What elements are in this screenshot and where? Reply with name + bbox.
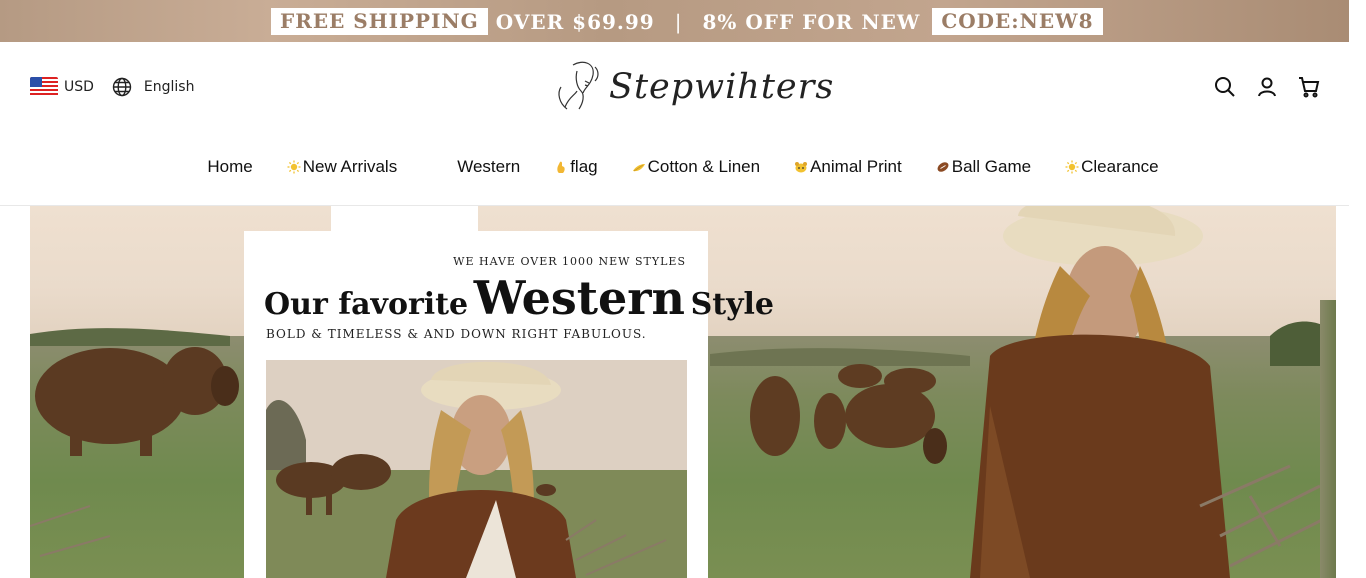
card-model-photo: [266, 360, 687, 578]
nav-item-label: Home: [207, 157, 253, 176]
shipping-threshold-text: OVER $69.99: [495, 9, 655, 34]
search-icon[interactable]: [1213, 75, 1237, 99]
football-icon: [937, 162, 949, 172]
card-photo-illustration: [266, 360, 687, 578]
promo-banner[interactable]: FREE SHIPPING OVER $69.99 | 8% OFF FOR N…: [0, 0, 1349, 42]
nav-item-label: New Arrivals: [302, 157, 398, 176]
nav-item-new-arrivals[interactable]: New Arrivals: [287, 157, 397, 177]
nav-item-label: Cotton & Linen: [647, 157, 761, 176]
nav-item-label: Ball Game: [951, 157, 1032, 176]
promo-content: FREE SHIPPING OVER $69.99 | 8% OFF FOR N…: [271, 8, 1103, 35]
main-navigation: Home New Arrivals Western flag Cotton & …: [0, 157, 1366, 177]
sun-icon: [1065, 160, 1079, 174]
headline-part-2: Western: [473, 271, 685, 325]
nav-item-western[interactable]: Western: [457, 157, 520, 177]
nav-item-home[interactable]: Home: [207, 157, 252, 177]
logo-woman-sketch-icon: [558, 61, 599, 110]
us-flag-icon[interactable]: [30, 77, 58, 97]
hero-eyebrow: WE HAVE OVER 1000 NEW STYLES: [453, 255, 686, 268]
nav-item-label: Animal Print: [810, 157, 902, 176]
hero-edge-strip: [1320, 300, 1336, 578]
new-customer-discount-text: 8% OFF FOR NEW: [702, 9, 921, 34]
site-header: USD English Stepwihters Home New Arrival…: [0, 42, 1349, 206]
currency-selector[interactable]: USD: [64, 79, 94, 95]
hand-icon: [557, 161, 565, 173]
logo-wordmark: Stepwihters: [609, 67, 835, 107]
nav-item-label: flag: [570, 157, 598, 176]
locale-selector: USD English: [30, 77, 194, 97]
hero-banner[interactable]: WE HAVE OVER 1000 NEW STYLES Our favorit…: [30, 206, 1336, 578]
leaf-icon: [632, 164, 645, 172]
promo-card[interactable]: WE HAVE OVER 1000 NEW STYLES Our favorit…: [244, 231, 774, 578]
hero-tagline: BOLD & TIMELESS & AND DOWN RIGHT FABULOU…: [266, 327, 647, 341]
headline-part-1: Our favorite: [264, 287, 469, 322]
nav-item-flag[interactable]: flag: [554, 157, 598, 177]
animal-icon: [795, 162, 808, 173]
discount-code-badge: CODE:NEW8: [932, 8, 1103, 35]
nav-item-label: Clearance: [1081, 157, 1159, 176]
card-top-tab: [331, 206, 478, 232]
nav-item-ball-game[interactable]: Ball Game: [936, 157, 1031, 177]
language-selector[interactable]: English: [144, 79, 195, 95]
sun-icon: [287, 160, 301, 174]
nav-item-clearance[interactable]: Clearance: [1065, 157, 1159, 177]
headline-part-3: Style: [690, 287, 775, 322]
nav-item-animal-print[interactable]: Animal Print: [794, 157, 902, 177]
nav-item-cotton-linen[interactable]: Cotton & Linen: [632, 157, 760, 177]
promo-separator: |: [674, 9, 683, 34]
globe-icon[interactable]: [112, 77, 132, 97]
nav-item-label: Western: [457, 157, 521, 176]
header-actions: [1213, 75, 1321, 99]
account-icon[interactable]: [1255, 75, 1279, 99]
cart-icon[interactable]: [1297, 75, 1321, 99]
free-shipping-badge: FREE SHIPPING: [271, 8, 488, 35]
hero-headline: Our favorite Western Style: [264, 271, 774, 325]
site-logo[interactable]: Stepwihters: [555, 57, 834, 117]
